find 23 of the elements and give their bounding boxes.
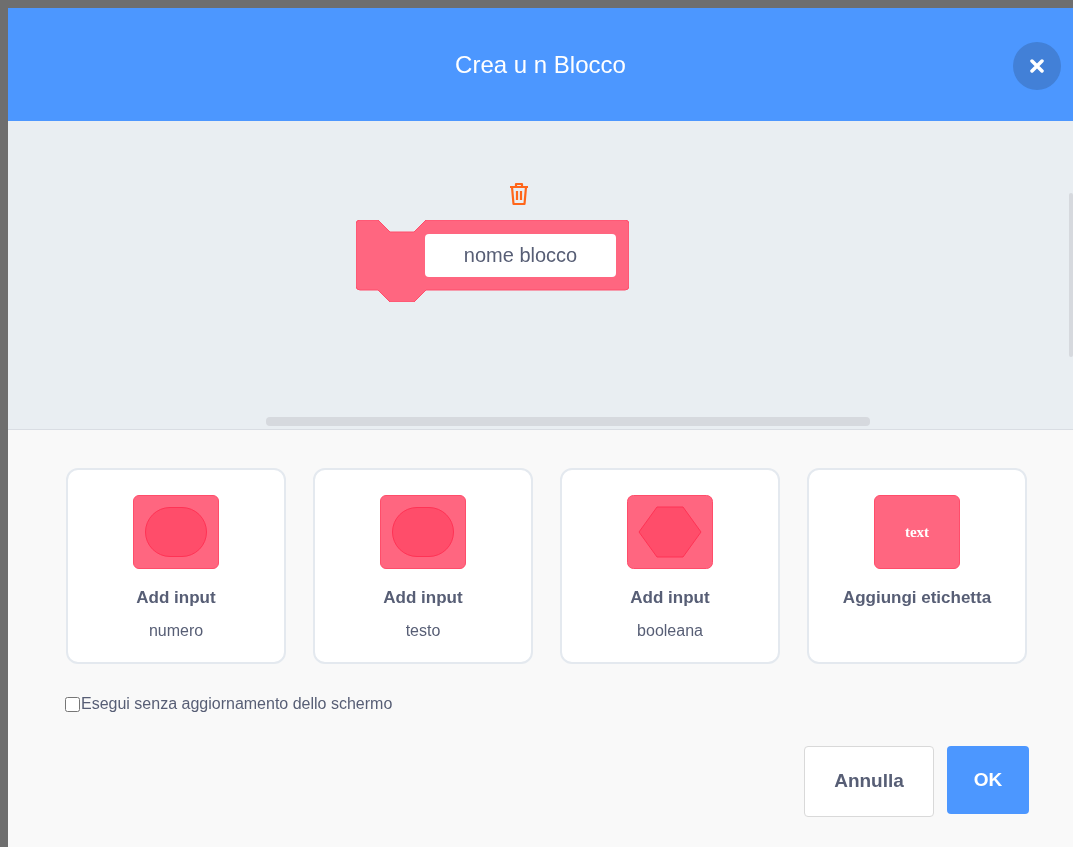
add-option-card[interactable]: Add input numero — [66, 468, 286, 664]
hexagon-input-icon — [627, 495, 713, 569]
add-option-card[interactable]: Add input testo — [313, 468, 533, 664]
block-name-field[interactable]: nome blocco — [425, 234, 616, 277]
option-title: Add input — [630, 587, 710, 609]
round-input-icon — [380, 495, 466, 569]
option-subtitle: numero — [148, 620, 204, 641]
label-icon: text — [874, 495, 960, 569]
option-title: Add input — [383, 587, 463, 609]
checkbox[interactable] — [65, 696, 80, 712]
close-icon — [1030, 59, 1044, 73]
add-option-card[interactable]: Add input booleana — [560, 468, 780, 664]
option-title: Aggiungi etichetta — [842, 587, 992, 609]
trash-icon[interactable] — [507, 181, 531, 207]
cancel-button[interactable]: Annulla — [804, 746, 934, 817]
dialog-title: Crea u n Blocco — [455, 49, 626, 80]
add-option-card[interactable]: text Aggiungi etichetta — [807, 468, 1027, 664]
close-button[interactable] — [1013, 42, 1061, 90]
option-subtitle: testo — [405, 620, 441, 641]
option-title: Add input — [136, 587, 216, 609]
checkbox-label: Esegui senza aggiornamento dello schermo — [81, 694, 393, 714]
option-subtitle: booleana — [637, 620, 703, 641]
round-input-icon — [133, 495, 219, 569]
